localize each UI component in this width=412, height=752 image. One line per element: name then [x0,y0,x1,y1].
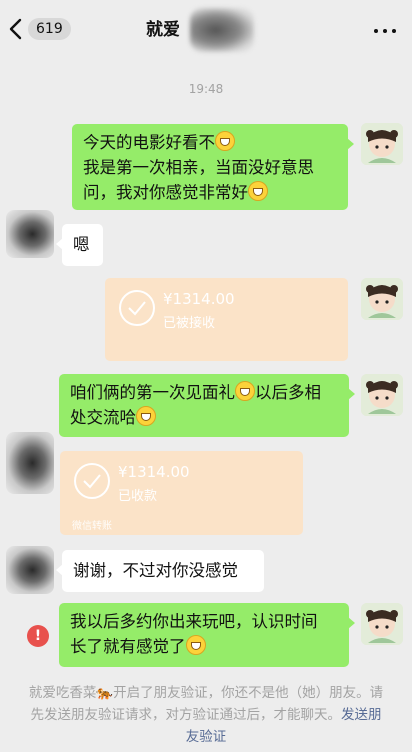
transfer-footer: 微信转账 [72,521,112,532]
message-line: 问，我对你感觉非常好 [83,180,337,205]
unread-count-badge: 619 [28,18,71,40]
message-line: 我是第一次相亲，当面没好意思 [83,158,314,177]
message-line: 咱们俩的第一次见面礼 以后多相 [70,381,321,402]
system-notice-text: 就爱吃香菜🐅开启了朋友验证，你还不是他（她）朋友。请先发送朋友验证请求，对方验证… [28,685,384,723]
transfer-check-icon [74,463,110,499]
transfer-card[interactable]: ¥1314.00 已收款 微信转账 [60,451,303,535]
more-button[interactable] [374,20,396,42]
grin-emoji-icon [215,131,235,151]
contact-avatar[interactable] [6,432,54,494]
message-line: 我以后多约你出来玩吧，认识时间 [70,612,318,631]
system-notice: 就爱吃香菜🐅开启了朋友验证，你还不是他（她）朋友。请先发送朋友验证请求，对方验证… [26,682,386,748]
title-redaction-blur [190,8,254,52]
grin-emoji-icon [136,406,156,426]
chevron-left-icon [9,18,22,40]
message-bubble[interactable]: 嗯 [56,224,103,266]
transfer-amount: ¥1314.00 [118,463,190,481]
my-avatar[interactable] [361,603,403,645]
transfer-check-icon [119,290,155,326]
message-line: 长了就有感觉了 [70,634,338,659]
message-bubble[interactable]: 我以后多约你出来玩吧，认识时间 长了就有感觉了 [59,603,355,667]
message-bubble[interactable]: 谢谢，不过对你没感觉 [56,550,264,592]
top-bar: 619 就爱 [0,0,412,60]
transfer-status: 已收款 [118,489,158,504]
my-avatar[interactable] [361,123,403,165]
message-bubble[interactable]: 今天的电影好看不 我是第一次相亲，当面没好意思 问，我对你感觉非常好 [72,124,354,210]
transfer-card[interactable]: ¥1314.00 已被接收 [105,278,348,361]
message-line: 今天的电影好看不 [83,130,337,155]
transfer-status: 已被接收 [163,316,216,331]
back-button[interactable]: 619 [8,18,71,40]
grin-emoji-icon [248,181,268,201]
avatar-face-icon [361,123,403,165]
message-bubble[interactable]: 咱们俩的第一次见面礼 以后多相 处交流哈 [59,374,355,437]
contact-avatar[interactable] [6,546,54,594]
my-avatar[interactable] [361,278,403,320]
more-dots-icon [374,29,378,33]
transfer-amount: ¥1314.00 [163,290,235,308]
grin-emoji-icon [185,635,206,655]
contact-avatar[interactable] [6,210,54,258]
chat-title: 就爱 [146,20,180,40]
grin-emoji-icon [235,381,255,401]
my-avatar[interactable] [361,374,403,416]
timestamp: 19:48 [188,82,224,96]
send-failed-warning-icon[interactable]: ! [27,625,49,647]
message-line: 处交流哈 [70,405,338,430]
